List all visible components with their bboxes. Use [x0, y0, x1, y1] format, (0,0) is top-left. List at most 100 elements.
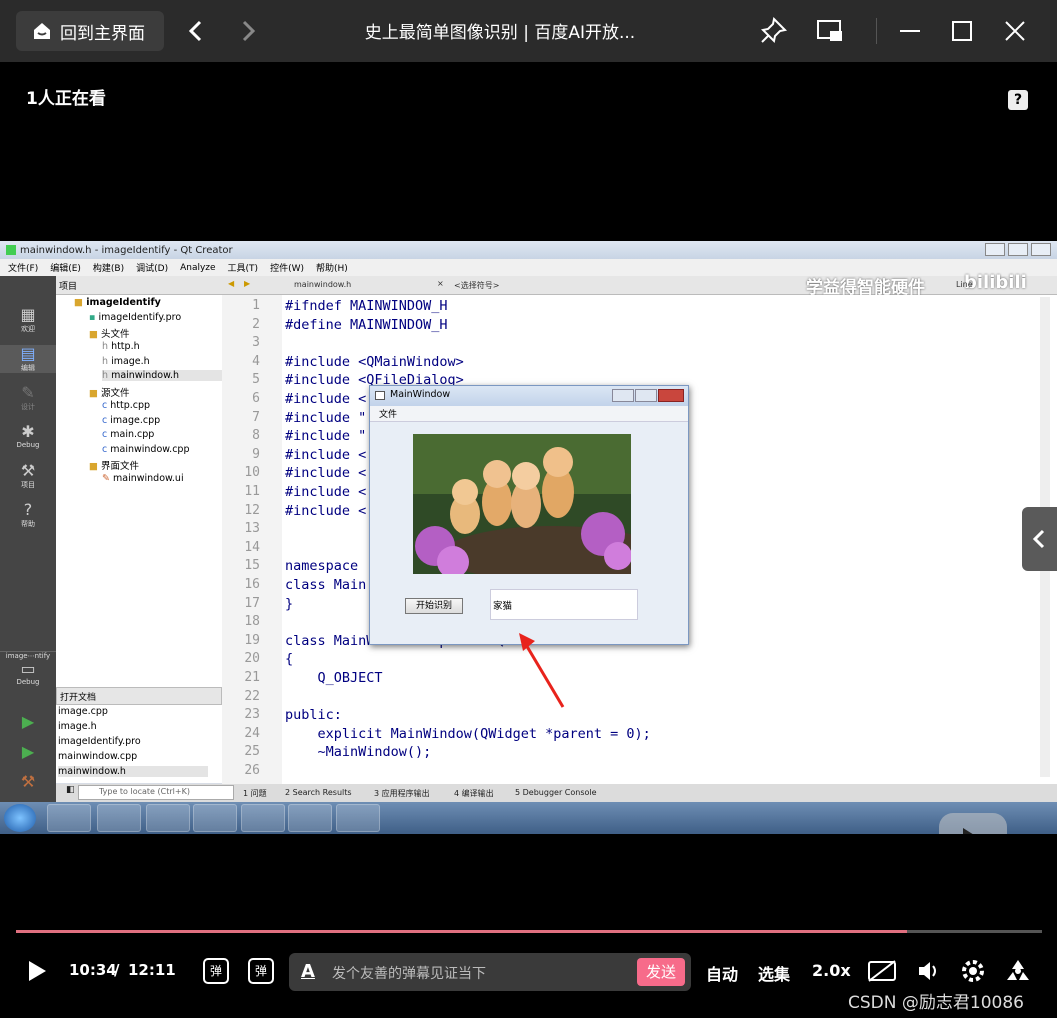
list-item[interactable]: imageIdentify.pro	[58, 736, 141, 747]
tree-item[interactable]: ■ 界面文件	[89, 458, 139, 472]
taskbar-ie[interactable]	[288, 804, 332, 832]
start-button[interactable]	[4, 804, 36, 832]
symbol-selector[interactable]: <选择符号>	[454, 280, 499, 291]
menu-item[interactable]: 帮助(H)	[316, 261, 348, 274]
menu-item[interactable]: 调试(D)	[136, 261, 168, 274]
qt-close-icon[interactable]	[1031, 243, 1051, 256]
tree-item[interactable]: h http.h	[102, 341, 140, 352]
tree-item-selected[interactable]: h mainwindow.h	[102, 370, 222, 381]
kit-selector[interactable]: image⋯ntify ▭ Debug	[0, 651, 56, 686]
qt-restore-icon[interactable]	[1008, 243, 1028, 256]
app-maximize-icon[interactable]	[635, 389, 657, 402]
nav-forward-icon[interactable]: ▶	[244, 279, 250, 288]
taskbar-firefox[interactable]	[97, 804, 141, 832]
danmaku-toggle-icon[interactable]: 弹	[203, 958, 229, 984]
tree-item[interactable]: ■ 头文件	[89, 326, 130, 340]
episodes-button[interactable]: 选集	[758, 961, 790, 985]
output-tab[interactable]: 3 应用程序输出	[374, 788, 430, 799]
mode-projects[interactable]: ⚒ 项目	[0, 462, 56, 490]
line-number: 12	[244, 502, 260, 518]
line-number: 11	[244, 484, 260, 499]
home-button[interactable]: 回到主界面	[16, 11, 164, 51]
send-button[interactable]: 发送	[637, 958, 685, 986]
code-line: {	[285, 651, 294, 668]
text-style-icon[interactable]: A	[301, 961, 315, 982]
output-tab[interactable]: 1 问题	[243, 788, 267, 799]
output-tab[interactable]: 4 编译输出	[454, 788, 494, 799]
sidebar-toggle-icon[interactable]: ◧	[66, 785, 75, 795]
run-button[interactable]: ▶	[0, 713, 56, 731]
code-line: explicit MainWindow(QWidget *parent = 0)…	[285, 725, 651, 742]
close-icon[interactable]	[1003, 19, 1027, 43]
danmaku-input[interactable]: A 发个友善的弹幕见证当下	[289, 953, 691, 991]
taskbar-app[interactable]	[336, 804, 380, 832]
app-close-icon[interactable]	[658, 389, 684, 402]
list-item-selected[interactable]: mainwindow.h	[58, 766, 208, 777]
danmaku-settings-icon[interactable]: 弹	[248, 958, 274, 984]
mode-debug[interactable]: ✱ Debug	[0, 423, 56, 450]
tree-item[interactable]: c mainwindow.cpp	[102, 444, 189, 455]
mode-design[interactable]: ✎ 设计	[0, 384, 56, 412]
line-number: 23	[244, 707, 260, 723]
build-button[interactable]: ⚒	[0, 773, 56, 791]
quality-button[interactable]: 自动	[706, 961, 738, 985]
output-tab[interactable]: 2 Search Results	[285, 788, 352, 797]
qt-logo-icon	[6, 245, 16, 255]
menu-item[interactable]: Analyze	[180, 263, 215, 273]
hammer-icon: ⚒	[20, 772, 36, 791]
debug-run-button[interactable]: ▶	[0, 743, 56, 761]
tree-item[interactable]: h image.h	[102, 356, 150, 367]
back-icon[interactable]	[186, 20, 206, 42]
app-menu-file[interactable]: 文件	[379, 410, 397, 420]
minimize-icon[interactable]	[898, 20, 922, 42]
mode-edit[interactable]: ▤ 编辑	[0, 345, 56, 373]
settings-icon[interactable]	[960, 958, 986, 984]
list-item[interactable]: mainwindow.cpp	[58, 751, 137, 762]
forward-icon[interactable]	[238, 20, 258, 42]
start-identify-button[interactable]: 开始识别	[405, 598, 463, 614]
subtitle-off-icon[interactable]	[867, 959, 897, 983]
maximize-icon[interactable]	[950, 19, 974, 43]
side-panel-toggle[interactable]	[1022, 507, 1057, 571]
taskbar-qt[interactable]	[146, 804, 190, 832]
video-play-overlay[interactable]	[939, 813, 1007, 834]
open-docs-list[interactable]: image.cpp image.h imageIdentify.pro main…	[56, 705, 222, 783]
qt-minimize-icon[interactable]	[985, 243, 1005, 256]
editor-file-tab[interactable]: mainwindow.h	[294, 280, 351, 289]
play-icon[interactable]	[26, 959, 48, 983]
tree-item[interactable]: ■ imageIdentify	[74, 297, 161, 308]
app-window[interactable]: MainWindow 文件 开始识别 家猫	[369, 385, 689, 645]
progress-fill	[16, 930, 907, 933]
tree-item[interactable]: c main.cpp	[102, 429, 154, 440]
app-minimize-icon[interactable]	[612, 389, 634, 402]
locate-input[interactable]: Type to locate (Ctrl+K)	[78, 785, 234, 800]
list-item[interactable]: image.cpp	[58, 706, 108, 717]
taskbar-notepad[interactable]	[241, 804, 285, 832]
speed-button[interactable]: 2.0x	[812, 961, 851, 980]
taskbar-explorer[interactable]	[47, 804, 91, 832]
close-doc-icon[interactable]: ×	[437, 279, 444, 288]
volume-icon[interactable]	[917, 959, 941, 983]
menu-item[interactable]: 工具(T)	[228, 261, 259, 274]
nav-back-icon[interactable]: ◀	[228, 279, 234, 288]
video-frame[interactable]: mainwindow.h - imageIdentify - Qt Creato…	[0, 241, 1057, 834]
mode-help[interactable]: ? 帮助	[0, 501, 56, 529]
menu-item[interactable]: 控件(W)	[270, 261, 304, 274]
menu-item[interactable]: 文件(F)	[8, 261, 38, 274]
tree-item[interactable]: c http.cpp	[102, 400, 150, 411]
mini-window-icon[interactable]	[816, 18, 844, 44]
project-tree[interactable]: ■ imageIdentify ▪ imageIdentify.pro ■ 头文…	[56, 295, 222, 687]
mode-welcome[interactable]: ▦ 欢迎	[0, 306, 56, 334]
taskbar-paint[interactable]	[193, 804, 237, 832]
list-item[interactable]: image.h	[58, 721, 97, 732]
tree-item[interactable]: ■ 源文件	[89, 385, 130, 399]
menu-item[interactable]: 构建(B)	[93, 261, 124, 274]
effects-icon[interactable]	[1004, 958, 1032, 984]
tree-item[interactable]: ✎ mainwindow.ui	[102, 473, 184, 484]
help-icon[interactable]: ?	[1008, 90, 1028, 110]
tree-item[interactable]: c image.cpp	[102, 415, 160, 426]
output-tab[interactable]: 5 Debugger Console	[515, 788, 597, 797]
pin-icon[interactable]	[760, 16, 788, 44]
menu-item[interactable]: 编辑(E)	[50, 261, 81, 274]
tree-item[interactable]: ▪ imageIdentify.pro	[89, 312, 181, 323]
